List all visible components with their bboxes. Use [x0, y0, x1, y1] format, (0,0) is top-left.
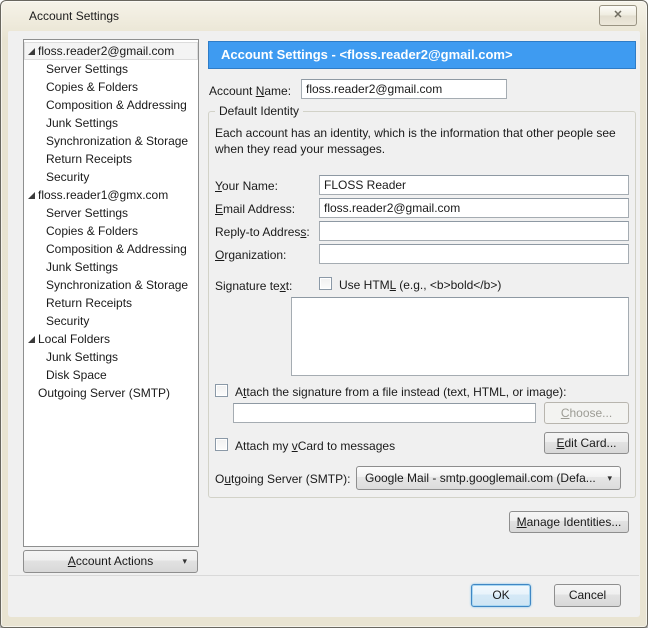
sidebar-item-server-settings[interactable]: Server Settings	[24, 204, 198, 222]
signature-text-label: Signature text:	[215, 279, 293, 293]
tree-item-label: Server Settings	[46, 62, 129, 76]
tree-item-label: Junk Settings	[46, 350, 119, 364]
tree-item-label: Synchronization & Storage	[46, 134, 189, 148]
attach-vcard-label[interactable]: Attach my vCard to messages	[235, 439, 395, 453]
account-settings-dialog: Account Settings ✕ floss.reader2@gmail.c…	[0, 0, 648, 628]
account-name-input[interactable]	[301, 79, 507, 99]
tree-expanded-icon[interactable]	[28, 48, 35, 55]
sidebar-item-junk-settings[interactable]: Junk Settings	[24, 258, 198, 276]
account-actions-button[interactable]: Account Actions ▾	[23, 550, 198, 573]
tree-expanded-icon[interactable]	[28, 192, 35, 199]
edit-card-button[interactable]: Edit Card...	[544, 432, 629, 454]
tree-item-label: Return Receipts	[46, 296, 133, 310]
sidebar-item-composition-addressing[interactable]: Composition & Addressing	[24, 240, 198, 258]
email-address-input[interactable]	[319, 198, 629, 218]
use-html-label[interactable]: Use HTML (e.g., <b>bold</b>)	[339, 278, 501, 292]
manage-identities-label: Manage Identities...	[516, 515, 622, 529]
attach-vcard-checkbox[interactable]	[215, 438, 228, 451]
sidebar-item-local-folders[interactable]: Local Folders	[24, 330, 198, 348]
attach-signature-file-checkbox[interactable]	[215, 384, 228, 397]
outgoing-server-label: Outgoing Server (SMTP):	[215, 472, 351, 486]
tree-item-label: floss.reader1@gmx.com	[38, 188, 169, 202]
sidebar-item-security[interactable]: Security	[24, 312, 198, 330]
main-header-banner: Account Settings - <floss.reader2@gmail.…	[208, 41, 636, 69]
tree-expanded-icon[interactable]	[28, 336, 35, 343]
outgoing-server-dropdown[interactable]: Google Mail - smtp.googlemail.com (Defa.…	[356, 466, 621, 490]
tree-item-label: Server Settings	[46, 206, 129, 220]
tree-item-label: Composition & Addressing	[46, 242, 187, 256]
choose-file-button: Choose...	[544, 402, 629, 424]
sidebar-item-disk-space[interactable]: Disk Space	[24, 366, 198, 384]
signature-textarea[interactable]	[291, 297, 629, 376]
ok-button[interactable]: OK	[471, 584, 531, 607]
tree-item-label: Composition & Addressing	[46, 98, 187, 112]
email-address-label: Email Address:	[215, 202, 296, 216]
close-button[interactable]: ✕	[599, 5, 637, 26]
ok-label: OK	[492, 588, 510, 602]
settings-tree[interactable]: floss.reader2@gmail.com Server Settings Co…	[23, 39, 199, 547]
tree-item-label: Local Folders	[38, 332, 111, 346]
sidebar-item-return-receipts[interactable]: Return Receipts	[24, 294, 198, 312]
sidebar-item-junk-settings[interactable]: Junk Settings	[24, 348, 198, 366]
tree-item-label: floss.reader2@gmail.com	[38, 44, 175, 58]
organization-label: Organization:	[215, 248, 287, 262]
sidebar-item-floss-reader1-gmx-com[interactable]: floss.reader1@gmx.com	[24, 186, 198, 204]
identity-description: Each account has an identity, which is t…	[215, 125, 629, 157]
sidebar-item-return-receipts[interactable]: Return Receipts	[24, 150, 198, 168]
sidebar-item-floss-reader2-gmail-com[interactable]: floss.reader2@gmail.com	[24, 42, 198, 60]
sidebar-item-security[interactable]: Security	[24, 168, 198, 186]
chevron-down-icon: ▾	[607, 473, 612, 483]
manage-identities-button[interactable]: Manage Identities...	[509, 511, 629, 533]
tree-item-label: Junk Settings	[46, 116, 119, 130]
sidebar-item-outgoing-server-smtp[interactable]: Outgoing Server (SMTP)	[24, 384, 198, 402]
attach-signature-file-label[interactable]: Attach the signature from a file instead…	[235, 385, 567, 399]
tree-item-label: Return Receipts	[46, 152, 133, 166]
use-html-checkbox[interactable]	[319, 277, 332, 290]
sidebar-item-server-settings[interactable]: Server Settings	[24, 60, 198, 78]
sidebar-item-synchronization-storage[interactable]: Synchronization & Storage	[24, 276, 198, 294]
close-icon: ✕	[613, 9, 623, 21]
choose-file-label: Choose...	[560, 406, 613, 420]
cancel-button[interactable]: Cancel	[554, 584, 621, 607]
window-title: Account Settings	[29, 9, 120, 23]
default-identity-legend: Default Identity	[215, 104, 304, 118]
identity-description-line2: when they read your messages.	[215, 142, 386, 156]
sidebar-item-junk-settings[interactable]: Junk Settings	[24, 114, 198, 132]
sidebar-item-copies-folders[interactable]: Copies & Folders	[24, 78, 198, 96]
tree-item-label: Copies & Folders	[46, 224, 139, 238]
tree-item-label: Disk Space	[46, 368, 107, 382]
your-name-label: Your Name:	[215, 179, 278, 193]
tree-item-label: Junk Settings	[46, 260, 119, 274]
sidebar-item-synchronization-storage[interactable]: Synchronization & Storage	[24, 132, 198, 150]
cancel-label: Cancel	[568, 588, 607, 602]
signature-file-path-input[interactable]	[233, 403, 536, 423]
page-title: Account Settings - <floss.reader2@gmail.…	[221, 47, 513, 62]
your-name-input[interactable]	[319, 175, 629, 195]
tree-item-label: Security	[46, 170, 90, 184]
account-name-label: Account Name:	[209, 84, 292, 98]
reply-to-input[interactable]	[319, 221, 629, 241]
tree-item-label: Outgoing Server (SMTP)	[38, 386, 171, 400]
identity-description-line1: Each account has an identity, which is t…	[215, 126, 616, 140]
account-actions-label: Account Actions	[67, 554, 154, 568]
sidebar-item-copies-folders[interactable]: Copies & Folders	[24, 222, 198, 240]
edit-card-label: Edit Card...	[556, 436, 617, 450]
sidebar-item-composition-addressing[interactable]: Composition & Addressing	[24, 96, 198, 114]
tree-item-label: Synchronization & Storage	[46, 278, 189, 292]
tree-item-label: Copies & Folders	[46, 80, 139, 94]
chevron-down-icon: ▾	[182, 556, 187, 566]
reply-to-label: Reply-to Address:	[215, 225, 310, 239]
organization-input[interactable]	[319, 244, 629, 264]
footer-separator	[9, 575, 639, 576]
outgoing-server-value: Google Mail - smtp.googlemail.com (Defa.…	[365, 471, 596, 485]
tree-item-label: Security	[46, 314, 90, 328]
titlebar[interactable]: Account Settings ✕	[1, 1, 647, 31]
